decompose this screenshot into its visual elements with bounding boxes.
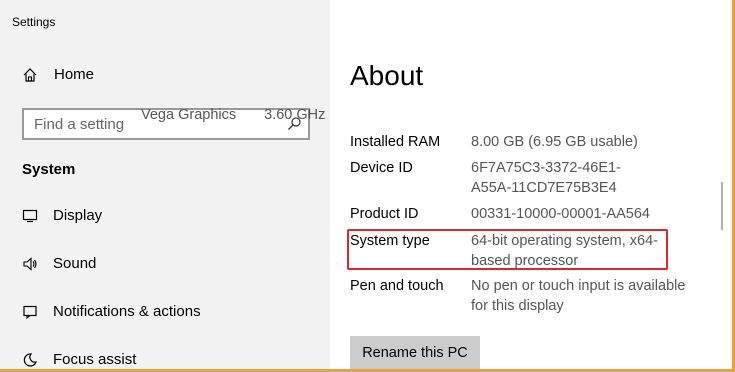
home-icon: [23, 67, 37, 82]
search-placeholder: Find a setting: [34, 116, 125, 133]
section-title: System: [22, 161, 76, 178]
nav-item-focus-assist[interactable]: Focus assist: [22, 351, 136, 368]
nav-home-label: Home: [54, 66, 95, 83]
processor-value-partial: Vega Graphics 3.60 GHz: [141, 105, 325, 125]
spec-label: Product ID: [350, 206, 419, 222]
page-title: About: [350, 60, 424, 91]
spec-value: 00331-10000-00001-AA564: [471, 206, 650, 222]
moon-icon: [23, 352, 37, 367]
navigation-pane: Settings Home Find a setting System Disp…: [0, 0, 330, 372]
nav-item-sound[interactable]: Sound: [22, 255, 96, 272]
processor-speed: 3.60 GHz: [264, 107, 326, 123]
spec-value-line-1: 6F7A75C3-3372-46E1-: [471, 160, 621, 176]
processor-name: Vega Graphics: [141, 107, 237, 123]
nav-item-display[interactable]: Display: [22, 207, 102, 224]
nav-item-label: Display: [53, 207, 103, 224]
notification-icon: [23, 305, 37, 319]
app-title: Settings: [12, 15, 56, 29]
nav-item-notifications[interactable]: Notifications & actions: [22, 303, 201, 320]
speaker-icon: [23, 256, 37, 271]
spec-value-line-2: for this display: [471, 298, 564, 314]
spec-label: Device ID: [350, 160, 413, 176]
nav-item-label: Notifications & actions: [53, 303, 201, 320]
nav-home[interactable]: Home: [22, 66, 94, 83]
scrollbar-thumb[interactable]: [721, 182, 723, 230]
spec-value: 8.00 GB (6.95 GB usable): [471, 134, 638, 150]
spec-label: Installed RAM: [350, 134, 441, 150]
settings-window: Settings Home Find a setting System Disp…: [0, 0, 735, 372]
spec-label: Pen and touch: [350, 278, 444, 294]
nav-item-label: Focus assist: [53, 351, 137, 368]
spec-value-line-2: A55A-11CD7E75B3E4: [471, 180, 617, 196]
spec-value-line-1: No pen or touch input is available: [471, 278, 686, 294]
monitor-icon: [22, 209, 38, 222]
system-type-highlight: [347, 229, 668, 270]
nav-item-label: Sound: [53, 255, 97, 272]
rename-pc-button[interactable]: Rename this PC: [350, 336, 480, 370]
